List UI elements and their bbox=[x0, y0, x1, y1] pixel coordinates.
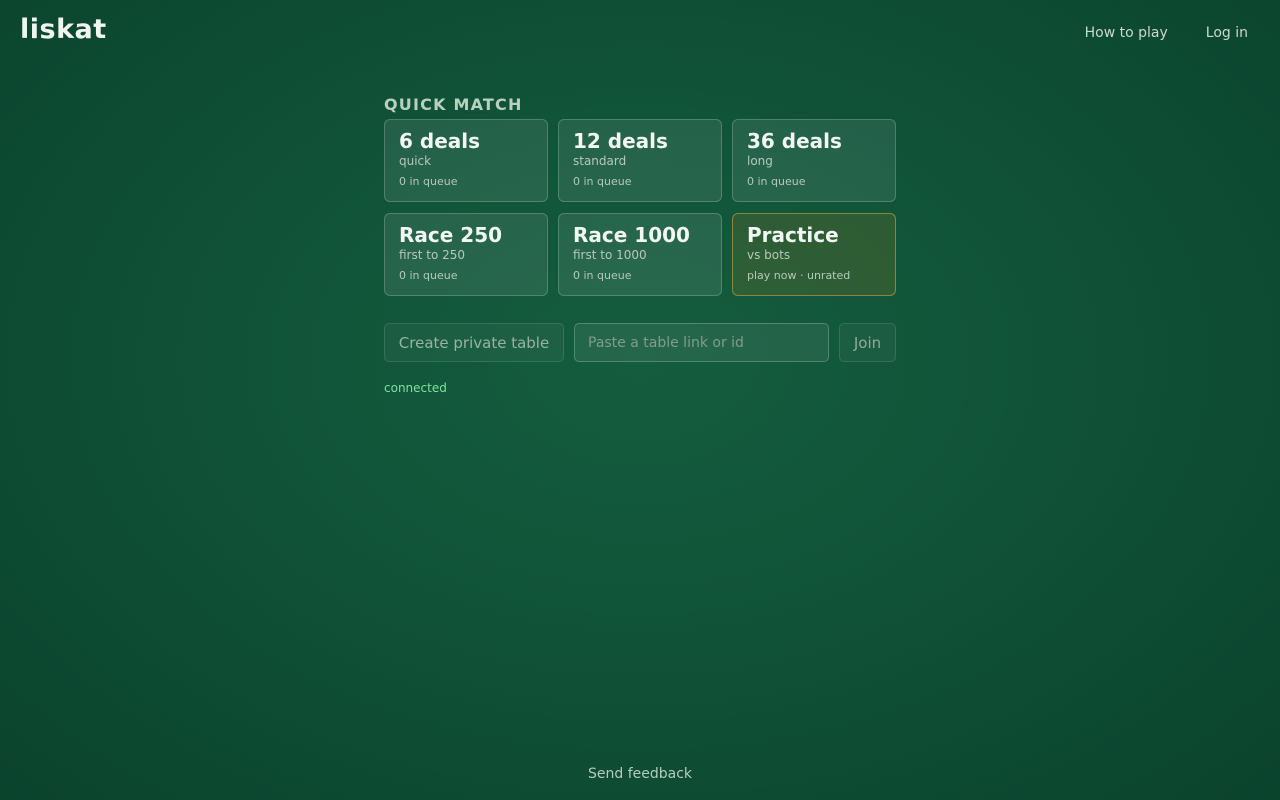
mode-card-practice[interactable]: Practice vs bots play now · unrated bbox=[732, 213, 896, 296]
mode-queue-count: 0 in queue bbox=[573, 269, 632, 282]
mode-queue-count: play now · unrated bbox=[747, 269, 851, 282]
mode-title: 36 deals bbox=[747, 129, 842, 153]
mode-queue-count: 0 in queue bbox=[573, 175, 632, 188]
mode-subtitle: first to 1000 bbox=[573, 248, 647, 262]
site-logo[interactable]: liskat bbox=[20, 14, 107, 45]
mode-queue-count: 0 in queue bbox=[747, 175, 806, 188]
quick-match-heading: QUICK MATCH bbox=[384, 95, 523, 114]
top-nav: How to play Log in bbox=[1085, 25, 1248, 41]
mode-title: Race 1000 bbox=[573, 223, 690, 247]
mode-title: Practice bbox=[747, 223, 839, 247]
mode-card-6-deals[interactable]: 6 deals quick 0 in queue bbox=[384, 119, 548, 202]
mode-subtitle: vs bots bbox=[747, 248, 791, 262]
mode-card-36-deals[interactable]: 36 deals long 0 in queue bbox=[732, 119, 896, 202]
connection-status: connected bbox=[384, 381, 447, 395]
quick-match-grid: 6 deals quick 0 in queue 12 deals standa… bbox=[384, 119, 896, 296]
mode-card-race-1000[interactable]: Race 1000 first to 1000 0 in queue bbox=[558, 213, 722, 296]
mode-subtitle: long bbox=[747, 154, 773, 168]
how-to-play-link[interactable]: How to play bbox=[1085, 25, 1168, 41]
mode-title: Race 250 bbox=[399, 223, 503, 247]
mode-subtitle: first to 250 bbox=[399, 248, 466, 262]
mode-queue-count: 0 in queue bbox=[399, 175, 458, 188]
send-feedback-link[interactable]: Send feedback bbox=[588, 766, 692, 782]
mode-title: 6 deals bbox=[399, 129, 481, 153]
mode-card-12-deals[interactable]: 12 deals standard 0 in queue bbox=[558, 119, 722, 202]
mode-title: 12 deals bbox=[573, 129, 668, 153]
mode-subtitle: standard bbox=[573, 154, 627, 168]
table-id-input[interactable] bbox=[574, 323, 829, 362]
mode-queue-count: 0 in queue bbox=[399, 269, 458, 282]
footer: Send feedback bbox=[0, 763, 1280, 782]
mode-subtitle: quick bbox=[399, 154, 432, 168]
private-table-row: Create private table Join bbox=[384, 323, 896, 362]
mode-card-race-250[interactable]: Race 250 first to 250 0 in queue bbox=[384, 213, 548, 296]
join-button[interactable]: Join bbox=[839, 323, 896, 362]
log-in-link[interactable]: Log in bbox=[1206, 25, 1248, 41]
main-content: QUICK MATCH 6 deals quick 0 in queue 12 … bbox=[384, 95, 896, 395]
create-private-table-button[interactable]: Create private table bbox=[384, 323, 564, 362]
